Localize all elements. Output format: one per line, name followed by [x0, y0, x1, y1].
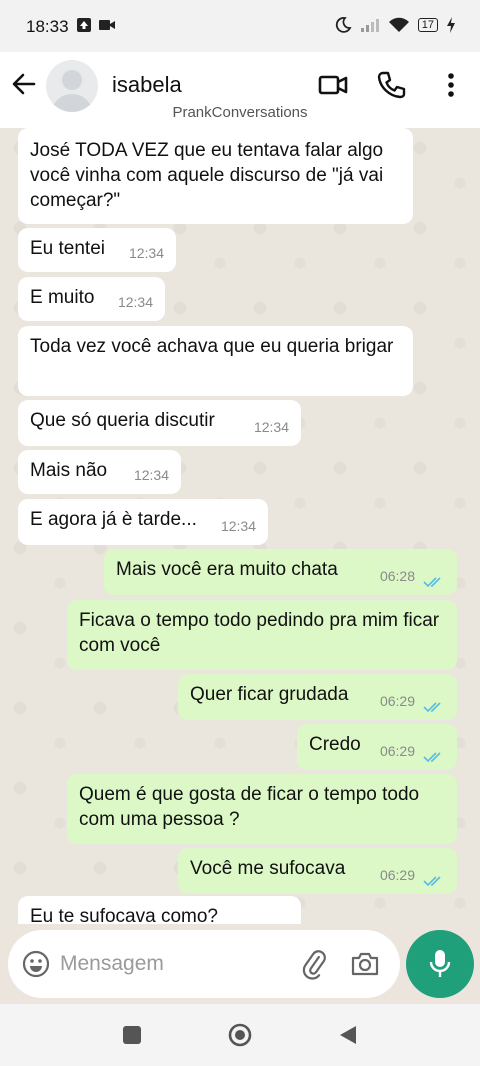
- message-time: 12:34: [117, 294, 153, 310]
- chat-area[interactable]: José TODA VEZ que eu tentava falar algo …: [0, 128, 480, 924]
- more-options-icon[interactable]: [436, 70, 466, 100]
- message-text: Eu te sufocava como?: [30, 906, 218, 924]
- signal-icon: [360, 19, 379, 32]
- message-bubble-outgoing[interactable]: Credo 06:29: [297, 724, 457, 770]
- message-bubble-outgoing[interactable]: Ficava o tempo todo pedindo pra mim fica…: [67, 600, 457, 670]
- contact-name[interactable]: isabela: [112, 72, 182, 98]
- message-bubble-incoming[interactable]: Que só queria discutir 12:34: [18, 400, 301, 446]
- message-text: Que só queria discutir: [30, 410, 215, 431]
- message-text: Toda vez você achava que eu queria briga…: [30, 336, 394, 357]
- status-bar: 18:33 17: [0, 0, 480, 52]
- message-text: Mais você era muito chata: [116, 559, 338, 580]
- message-bubble-incoming[interactable]: Eu tentei 12:34: [18, 228, 176, 272]
- battery-icon: 17: [417, 18, 438, 32]
- message-bubble-incoming[interactable]: Toda vez você achava que eu queria briga…: [18, 326, 413, 396]
- message-text: José TODA VEZ que eu tentava falar algo …: [30, 140, 384, 211]
- upload-notification-icon: [77, 18, 91, 32]
- message-text: Mais não: [30, 460, 108, 481]
- read-ticks-icon: [423, 876, 441, 887]
- message-bubble-outgoing[interactable]: Quer ficar grudada 06:29: [178, 674, 457, 720]
- message-bubble-outgoing[interactable]: Você me sufocava 06:29: [178, 848, 457, 894]
- home-circle-icon[interactable]: [228, 1023, 252, 1047]
- message-bubble-incoming[interactable]: Eu te sufocava como?: [18, 896, 301, 924]
- message-text: Ficava o tempo todo pedindo pra mim fica…: [79, 610, 440, 656]
- charging-icon: [447, 17, 455, 33]
- message-composer[interactable]: Mensagem: [8, 930, 400, 998]
- message-text: Quem é que gosta de ficar o tempo todo c…: [79, 784, 420, 830]
- video-call-icon[interactable]: [318, 70, 348, 100]
- message-time: 06:29: [379, 743, 415, 759]
- message-bubble-incoming[interactable]: E muito 12:34: [18, 277, 165, 321]
- message-bubble-incoming[interactable]: Mais não 12:34: [18, 450, 181, 494]
- message-time: 12:34: [220, 518, 256, 534]
- message-bubble-incoming[interactable]: E agora já è tarde... 12:34: [18, 499, 268, 545]
- recents-square-icon[interactable]: [120, 1023, 144, 1047]
- status-time: 18:33: [26, 17, 69, 36]
- message-text: Você me sufocava: [190, 858, 346, 879]
- message-input[interactable]: Mensagem: [60, 952, 164, 976]
- message-bubble-outgoing[interactable]: Mais você era muito chata 06:28: [104, 549, 457, 595]
- back-triangle-icon[interactable]: [336, 1023, 360, 1047]
- message-text: Credo: [309, 734, 361, 755]
- microphone-icon: [429, 950, 451, 977]
- message-bubble-outgoing[interactable]: Quem é que gosta de ficar o tempo todo c…: [67, 774, 457, 844]
- attach-clip-icon[interactable]: [298, 948, 330, 980]
- message-time: 12:34: [133, 467, 169, 483]
- message-time: 06:28: [379, 568, 415, 584]
- video-notification-icon: [99, 20, 115, 30]
- message-text: Eu tentei: [30, 238, 105, 259]
- message-bubble-incoming[interactable]: José TODA VEZ que eu tentava falar algo …: [18, 128, 413, 224]
- camera-icon[interactable]: [350, 949, 380, 979]
- dnd-moon-icon: [335, 17, 352, 33]
- message-text: Quer ficar grudada: [190, 684, 349, 705]
- message-text: E agora já è tarde...: [30, 509, 197, 530]
- message-time: 06:29: [379, 867, 415, 883]
- voice-call-icon[interactable]: [376, 70, 406, 100]
- read-ticks-icon: [423, 752, 441, 763]
- system-nav-bar: [0, 1004, 480, 1066]
- emoji-icon[interactable]: [22, 950, 50, 978]
- message-text: E muito: [30, 287, 95, 308]
- voice-record-button[interactable]: [406, 930, 474, 998]
- message-time: 06:29: [379, 693, 415, 709]
- message-time: 12:34: [128, 245, 164, 261]
- read-ticks-icon: [423, 702, 441, 713]
- wifi-icon: [388, 17, 409, 32]
- message-time: 12:34: [253, 419, 289, 435]
- read-ticks-icon: [423, 577, 441, 588]
- battery-level: 17: [421, 19, 434, 31]
- watermark-text: PrankConversations: [172, 104, 308, 121]
- back-arrow-icon[interactable]: [10, 70, 38, 98]
